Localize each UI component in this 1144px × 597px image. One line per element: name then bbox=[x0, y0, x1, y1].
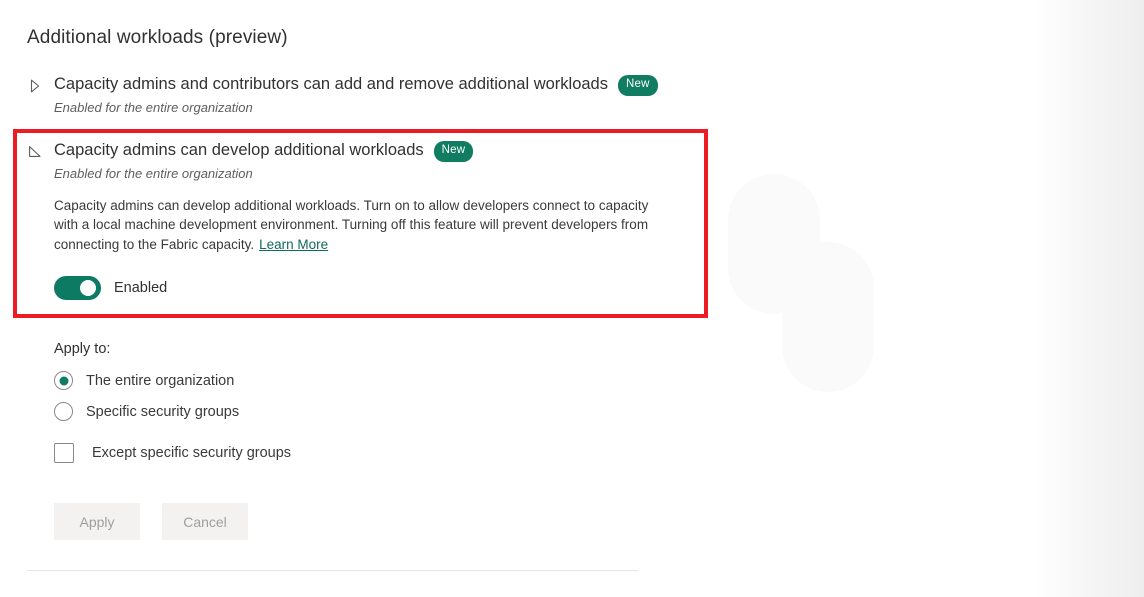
triangle-right-icon[interactable] bbox=[27, 77, 43, 95]
settings-page: Additional workloads (preview) Capacity … bbox=[0, 0, 1144, 597]
setting-description-wrap: Capacity admins can develop additional w… bbox=[54, 196, 662, 255]
radio-indicator-unselected[interactable] bbox=[54, 402, 73, 421]
toggle-knob bbox=[80, 280, 96, 296]
radio-label: Specific security groups bbox=[86, 403, 240, 420]
new-badge: New bbox=[433, 141, 474, 162]
radio-indicator-selected[interactable] bbox=[54, 371, 73, 390]
radio-entire-organization[interactable]: The entire organization bbox=[54, 371, 291, 390]
apply-to-section: Apply to: The entire organization Specif… bbox=[54, 341, 291, 463]
section-divider bbox=[27, 570, 638, 571]
action-button-group: Apply Cancel bbox=[54, 503, 248, 540]
setting-header[interactable]: Capacity admins can develop additional w… bbox=[27, 140, 662, 164]
checkbox-indicator[interactable] bbox=[54, 443, 74, 463]
triangle-down-icon[interactable] bbox=[27, 143, 43, 161]
radio-label: The entire organization bbox=[86, 372, 235, 389]
setting-title-wrap: Capacity admins and contributors can add… bbox=[54, 74, 658, 98]
setting-row-capacity-admins-develop[interactable]: Capacity admins can develop additional w… bbox=[27, 140, 662, 300]
apply-button[interactable]: Apply bbox=[54, 503, 140, 540]
enabled-toggle-row[interactable]: Enabled bbox=[54, 276, 662, 300]
setting-body: Capacity admins can develop additional w… bbox=[54, 196, 662, 300]
enabled-toggle-label: Enabled bbox=[114, 280, 168, 296]
setting-subtitle: Enabled for the entire organization bbox=[54, 165, 253, 181]
setting-title: Capacity admins can develop additional w… bbox=[54, 141, 424, 159]
setting-row-capacity-admins-add-remove[interactable]: Capacity admins and contributors can add… bbox=[27, 74, 658, 115]
setting-title-wrap: Capacity admins can develop additional w… bbox=[54, 140, 474, 164]
checkbox-except-specific-security-groups[interactable]: Except specific security groups bbox=[54, 443, 291, 463]
radio-dot bbox=[59, 376, 68, 385]
setting-subtitle: Enabled for the entire organization bbox=[54, 99, 253, 115]
page-title: Additional workloads (preview) bbox=[27, 27, 288, 48]
setting-description: Capacity admins can develop additional w… bbox=[54, 197, 649, 252]
radio-specific-security-groups[interactable]: Specific security groups bbox=[54, 402, 291, 421]
setting-title: Capacity admins and contributors can add… bbox=[54, 75, 608, 93]
enabled-toggle[interactable] bbox=[54, 276, 101, 300]
apply-to-label: Apply to: bbox=[54, 341, 111, 357]
checkbox-label: Except specific security groups bbox=[92, 445, 292, 461]
setting-header[interactable]: Capacity admins and contributors can add… bbox=[27, 74, 658, 98]
cancel-button[interactable]: Cancel bbox=[162, 503, 248, 540]
learn-more-link[interactable]: Learn More bbox=[259, 237, 328, 252]
new-badge: New bbox=[617, 75, 658, 96]
